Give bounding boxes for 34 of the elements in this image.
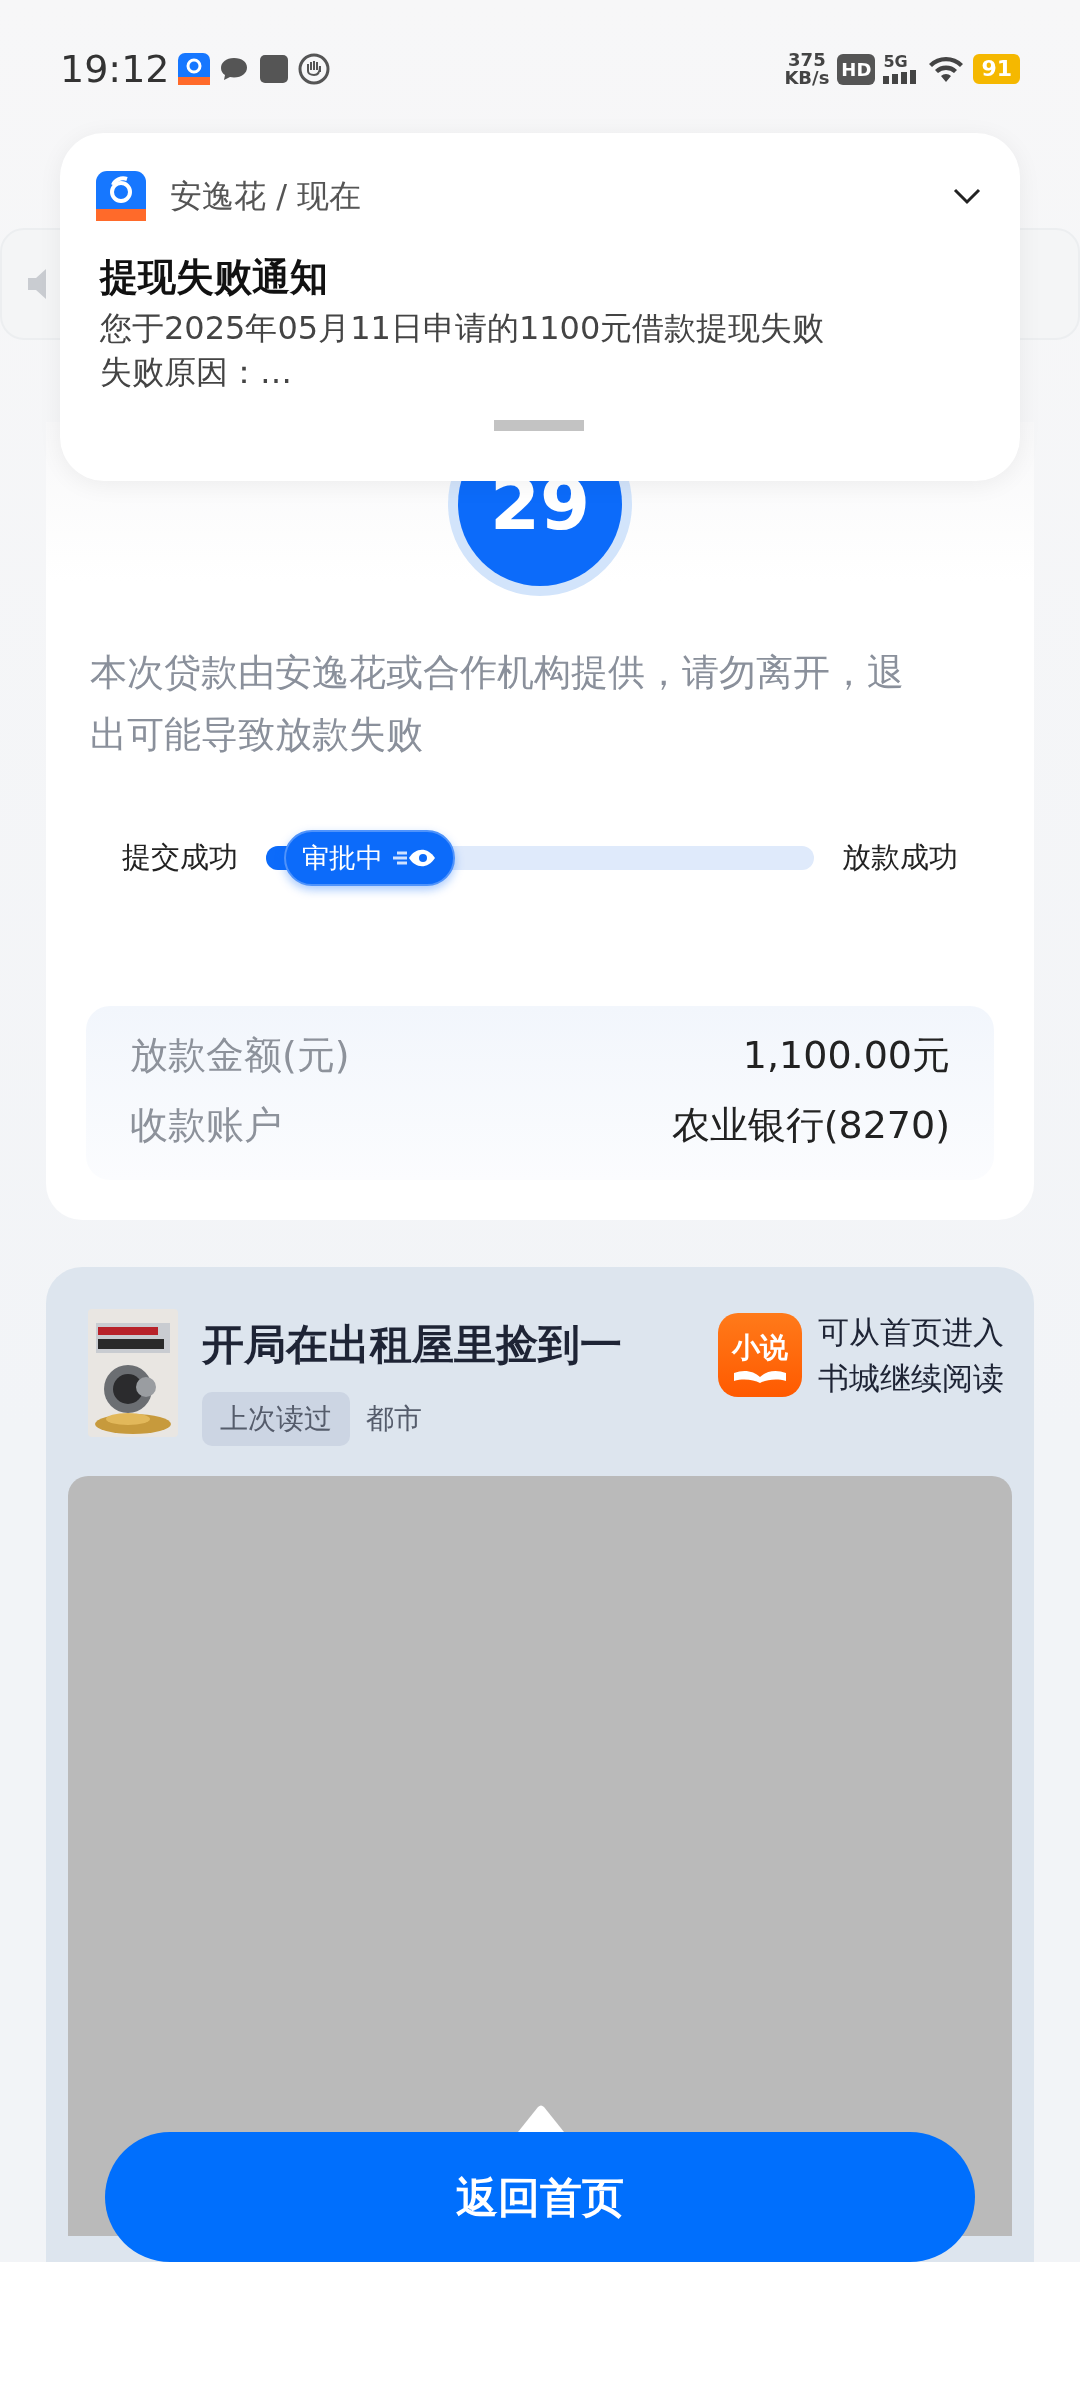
genre-label: 都市 bbox=[366, 1400, 422, 1437]
detail-label: 放款金额(元) bbox=[130, 1031, 350, 1079]
app-logo-icon bbox=[177, 53, 210, 85]
detail-label: 收款账户 bbox=[130, 1101, 282, 1149]
battery-level: 91 bbox=[973, 54, 1020, 84]
hint-text: 可从首页进入 bbox=[818, 1312, 1004, 1352]
back-home-button[interactable]: 返回首页 bbox=[105, 2132, 975, 2262]
current-step-label: 审批中 bbox=[301, 840, 383, 875]
hand-icon bbox=[297, 53, 330, 85]
network-speed: 375 bbox=[787, 51, 827, 69]
hint-text: 书城继续阅读 bbox=[818, 1358, 1004, 1398]
book-title: 开局在出租屋里捡到一 bbox=[202, 1318, 622, 1371]
notice-text: 本次贷款由安逸花或合作机构提供，请勿离开，退出可能导致放款失败 bbox=[89, 650, 905, 758]
network-label: 5G bbox=[883, 54, 909, 70]
step-label: 提交成功 bbox=[122, 839, 238, 876]
chevron-down-icon[interactable] bbox=[952, 186, 982, 206]
notification-text: 失败原因：… bbox=[99, 352, 293, 393]
detail-value: 农业银行(8270) bbox=[671, 1101, 950, 1149]
square-icon bbox=[257, 53, 290, 85]
app-badge-label: 小说 bbox=[732, 1329, 788, 1366]
novel-app-icon[interactable]: 小说 bbox=[718, 1312, 802, 1397]
notification-text: 您于2025年05月11日申请的1100元借款提现失败 bbox=[99, 308, 826, 349]
up-arrow-icon bbox=[518, 2104, 564, 2132]
status-time: 19:12 bbox=[60, 45, 170, 93]
step-label: 放款成功 bbox=[842, 839, 958, 876]
detail-value: 1,100.00元 bbox=[742, 1031, 950, 1079]
book-icon bbox=[732, 1368, 788, 1383]
notification-source: 安逸花 / 现在 bbox=[170, 176, 362, 217]
hd-badge: HD bbox=[837, 53, 876, 85]
wifi-icon bbox=[927, 54, 966, 84]
read-tag: 上次读过 bbox=[202, 1391, 350, 1446]
app-logo-icon bbox=[96, 171, 146, 221]
speed-unit: KB/s bbox=[784, 69, 830, 87]
notification-title: 提现失败通知 bbox=[98, 254, 329, 301]
